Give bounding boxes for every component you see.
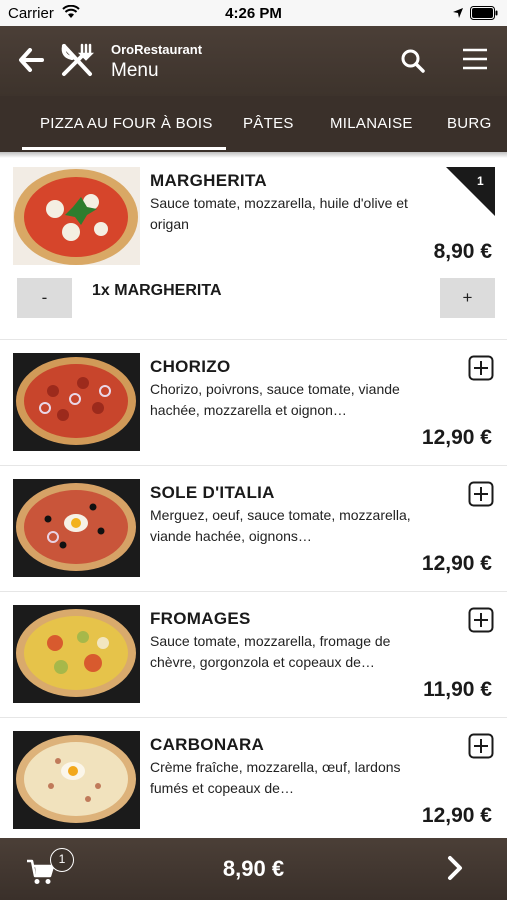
active-tab-indicator [22,147,226,150]
pizza-image [13,353,140,451]
item-description: Sauce tomate, mozzarella, huile d'olive … [150,195,408,232]
increase-quantity-button[interactable]: + [440,278,495,318]
arrow-left-icon[interactable] [18,48,44,72]
menu-item-margherita[interactable]: MARGHERITA Sauce tomate, mozzarella, hui… [0,152,507,340]
pizza-image [13,167,140,265]
search-icon[interactable] [400,48,426,74]
menu-item-sole-d-italia[interactable]: SOLE D'ITALIA Merguez, oeuf, sauce tomat… [0,466,507,592]
tab-pates[interactable]: PÂTES [243,96,294,152]
app-name: OroRestaurant [111,42,203,57]
menu-list[interactable]: MARGHERITA Sauce tomate, mozzarella, hui… [0,152,507,838]
menu-item-fromages[interactable]: FROMAGES Sauce tomate, mozzarella, froma… [0,592,507,718]
cart-total: 8,90 € [222,856,285,881]
item-price: 12,90 € [421,804,492,827]
tab-milanaise[interactable]: MILANAISE [330,96,413,152]
item-price: 11,90 € [423,678,492,701]
cart-quantity-badge [446,167,495,216]
plus-square-icon[interactable] [468,355,494,381]
cart-summary-bar[interactable]: 1 8,90 € [0,838,507,900]
item-description: Sauce tomate, mozzarella, fromage de chè… [150,633,391,670]
status-time: 4:26 PM [225,5,282,22]
plus-square-icon[interactable] [468,733,494,759]
category-tabs: PIZZA AU FOUR À BOIS PÂTES MILANAISE BUR… [0,96,507,152]
plus-square-icon[interactable] [468,481,494,507]
tab-pizza[interactable]: PIZZA AU FOUR À BOIS [40,96,213,152]
chevron-right-icon[interactable] [446,855,464,881]
item-name: FROMAGES [150,609,251,628]
cart-line-label: 1x MARGHERITA [92,282,222,299]
hamburger-menu-icon[interactable] [461,46,489,72]
cart-quantity-value: 1 [477,174,484,188]
fork-knife-icon [61,43,94,76]
tab-burger[interactable]: BURG [447,96,492,152]
item-name: SOLE D'ITALIA [150,483,275,502]
nav-header: OroRestaurant Menu [0,26,507,96]
menu-item-carbonara[interactable]: CARBONARA Crème fraîche, mozzarella, œuf… [0,718,507,838]
item-name: CHORIZO [150,357,231,376]
item-name: CARBONARA [150,735,265,754]
pizza-image [13,731,140,829]
menu-item-chorizo[interactable]: CHORIZO Chorizo, poivrons, sauce tomate,… [0,340,507,466]
item-description: Chorizo, poivrons, sauce tomate, viande … [150,381,400,418]
item-price: 12,90 € [421,552,492,575]
page-title: Menu [111,60,159,81]
item-price: 12,90 € [421,426,492,449]
item-description: Crème fraîche, mozzarella, œuf, lardons … [150,759,401,796]
item-name: MARGHERITA [150,171,267,190]
plus-square-icon[interactable] [468,607,494,633]
battery-icon [470,6,498,20]
status-bar: Carrier 4:26 PM [0,0,507,26]
item-description: Merguez, oeuf, sauce tomate, mozzarella,… [150,507,411,544]
decrease-quantity-button[interactable]: - [17,278,72,318]
pizza-image [13,605,140,703]
location-arrow-icon [453,8,463,18]
tab-shadow [0,152,507,158]
item-price: 8,90 € [433,240,492,263]
pizza-image [13,479,140,577]
